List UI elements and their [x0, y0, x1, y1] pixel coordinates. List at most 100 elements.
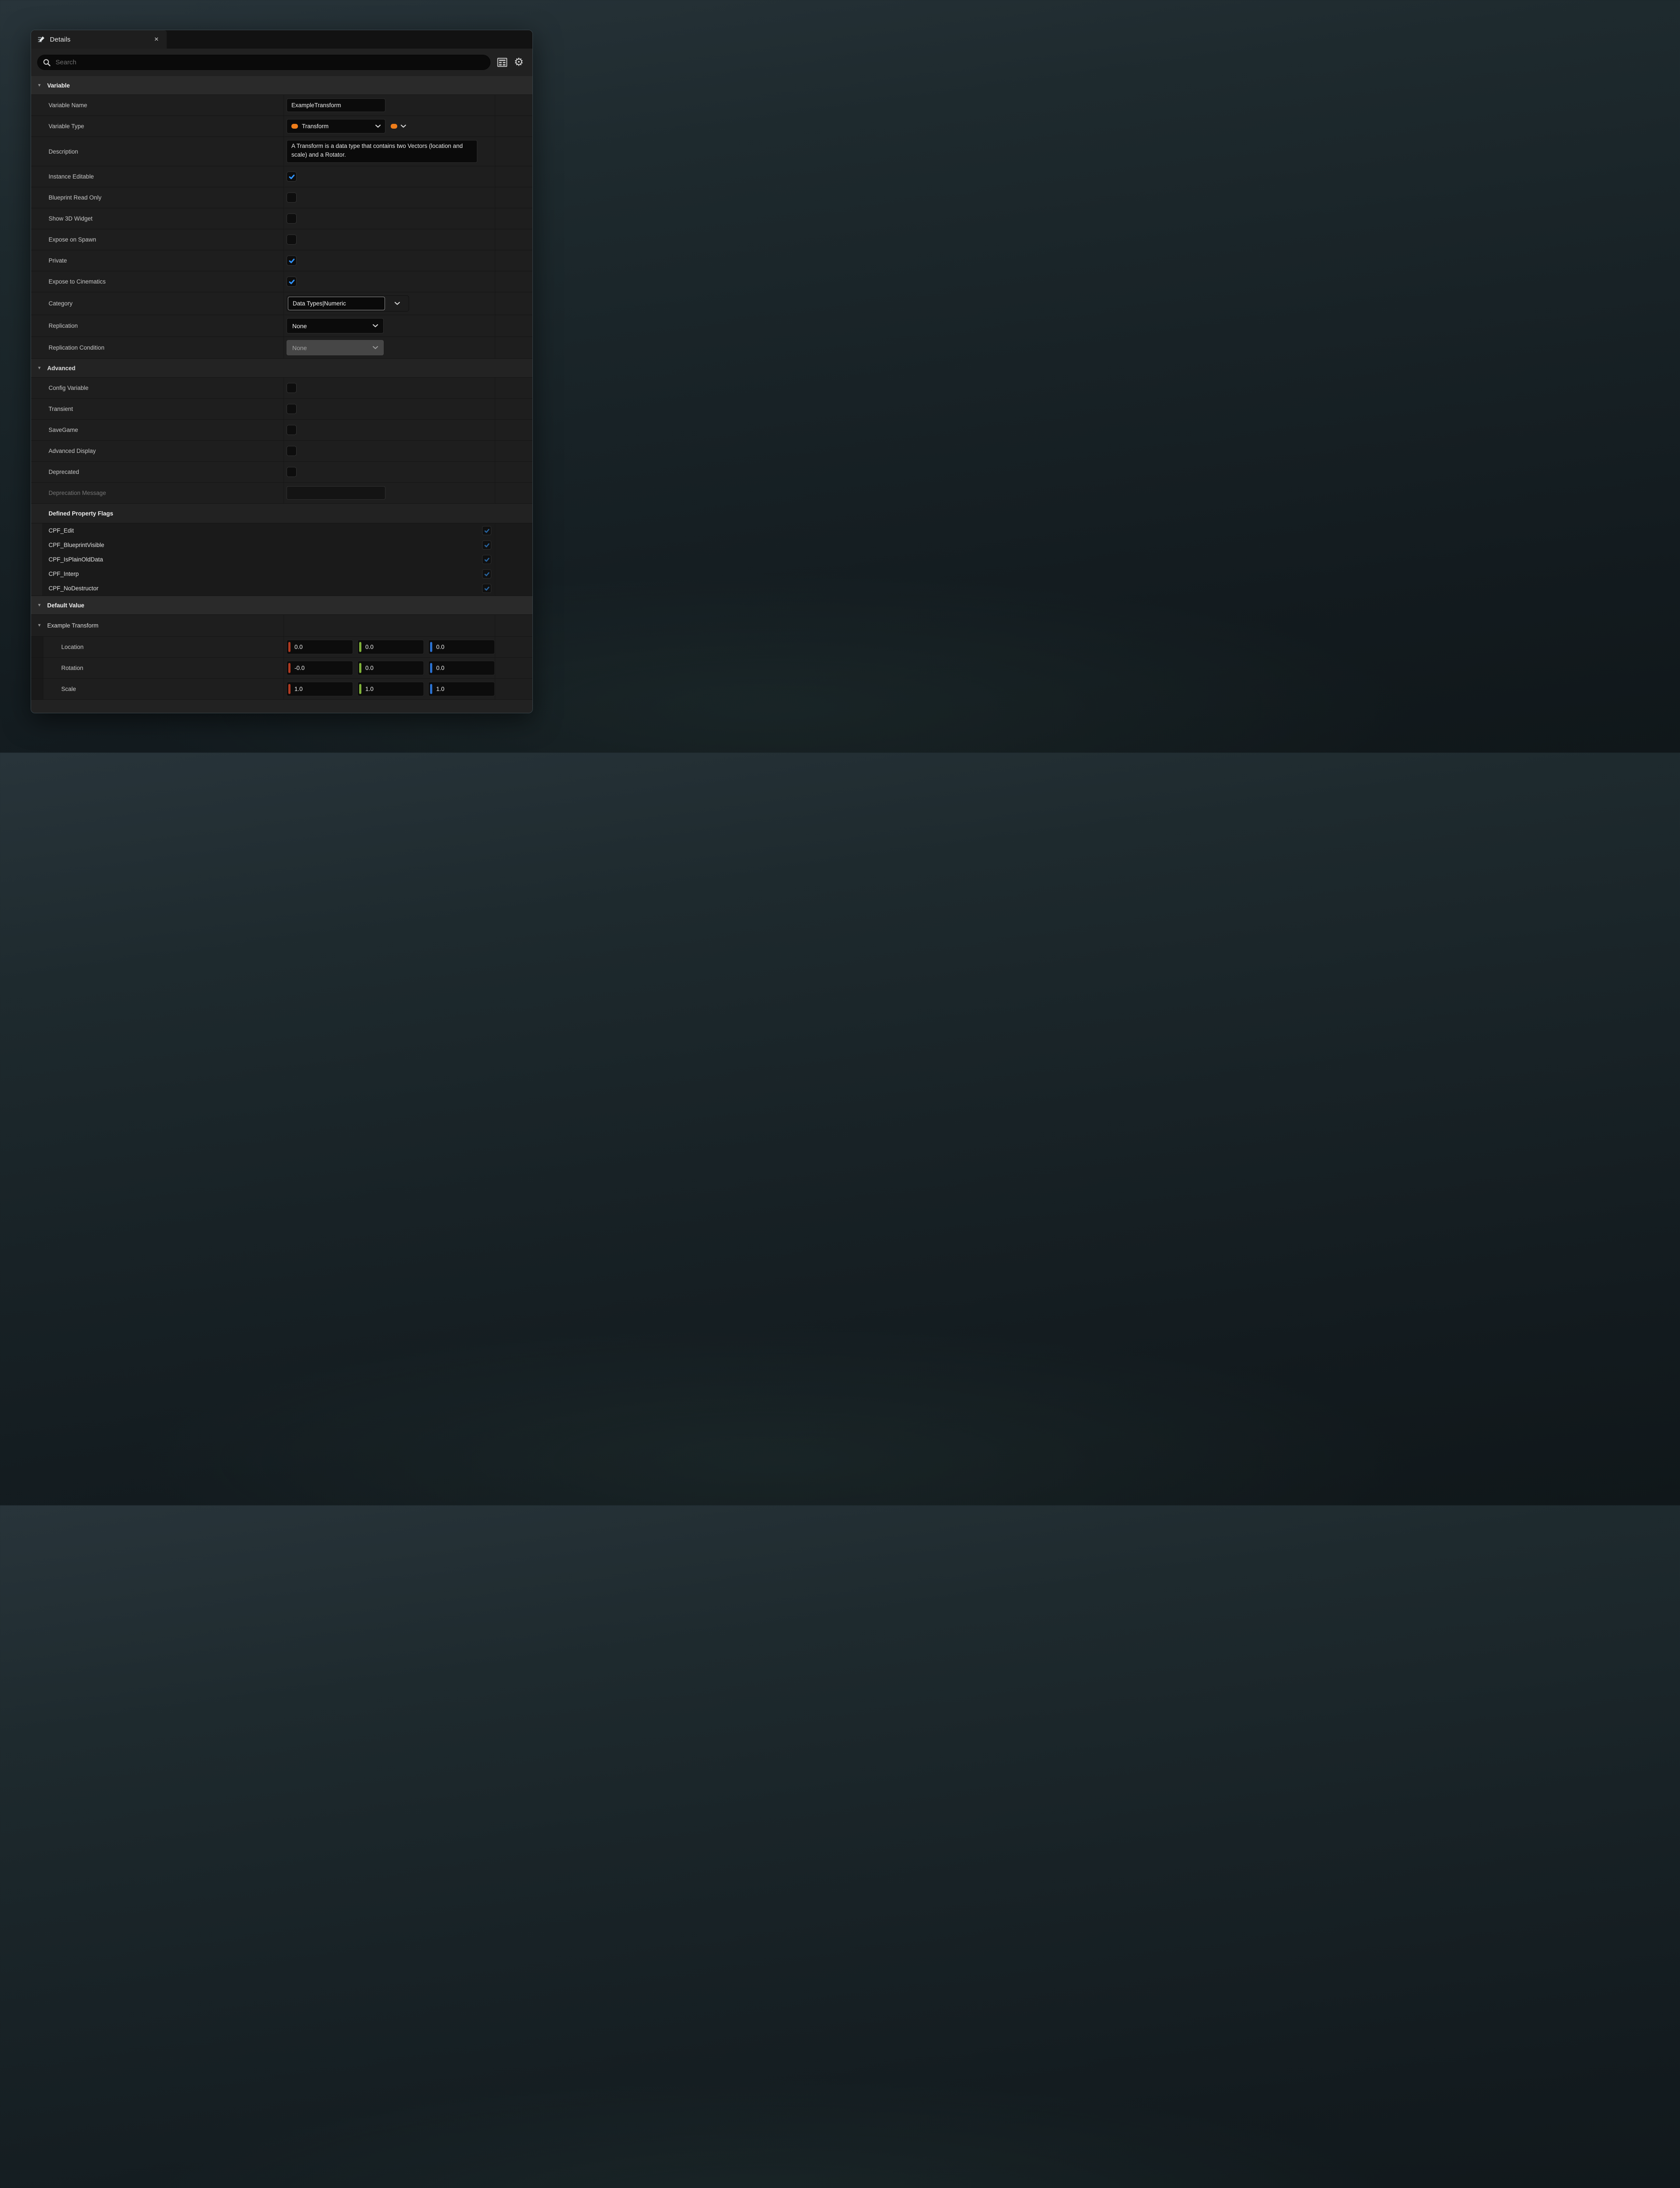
- scale-label: Scale: [31, 679, 284, 699]
- row-replication: Replication None: [31, 315, 532, 337]
- blueprint-read-only-checkbox[interactable]: [287, 193, 297, 203]
- search-box: [37, 55, 490, 70]
- chevron-down-icon: [401, 125, 406, 128]
- location-x-input[interactable]: [287, 643, 353, 651]
- advanced-display-label: Advanced Display: [31, 441, 284, 461]
- transform-type-swatch-icon: [291, 124, 298, 129]
- container-type-dropdown[interactable]: [391, 124, 406, 129]
- example-transform-label: Example Transform: [47, 622, 98, 629]
- flag-name: CPF_Interp: [31, 571, 482, 577]
- rotation-y-input[interactable]: [358, 664, 424, 672]
- display-options-button[interactable]: [497, 58, 508, 67]
- settings-button[interactable]: ⚙: [514, 57, 524, 68]
- row-scale: Scale: [31, 679, 532, 700]
- location-y-input[interactable]: [358, 643, 424, 651]
- variable-name-field[interactable]: [287, 98, 385, 112]
- transient-checkbox[interactable]: [287, 404, 297, 414]
- chevron-down-icon: [375, 125, 381, 128]
- scale-z-field[interactable]: [428, 682, 495, 696]
- scale-x-field[interactable]: [287, 682, 353, 696]
- flag-row: CPF_BlueprintVisible: [31, 538, 532, 552]
- location-z-input[interactable]: [429, 643, 494, 651]
- row-config-variable: Config Variable: [31, 378, 532, 399]
- flag-name: CPF_NoDestructor: [31, 585, 482, 592]
- search-icon: [43, 59, 51, 67]
- location-y-field[interactable]: [357, 640, 424, 654]
- collapse-arrow-icon: ▼: [37, 603, 42, 608]
- scale-y-input[interactable]: [358, 685, 424, 693]
- category-label: Category: [31, 292, 284, 315]
- private-checkbox[interactable]: [287, 256, 297, 266]
- instance-editable-checkbox[interactable]: [287, 172, 297, 182]
- flag-checkbox: [482, 526, 491, 535]
- category-text[interactable]: Data Types|Numeric: [288, 297, 385, 310]
- section-header-variable[interactable]: ▼ Variable: [31, 76, 532, 95]
- rotation-z-input[interactable]: [429, 664, 494, 672]
- scale-y-field[interactable]: [357, 682, 424, 696]
- rotation-z-field[interactable]: [428, 661, 495, 675]
- description-field[interactable]: A Transform is a data type that contains…: [287, 140, 477, 163]
- panel-footer: [31, 700, 532, 713]
- category-dropdown-button[interactable]: [386, 296, 409, 311]
- variable-type-label: Variable Type: [31, 116, 284, 137]
- location-x-field[interactable]: [287, 640, 353, 654]
- scale-z-input[interactable]: [429, 685, 494, 693]
- scale-x-input[interactable]: [287, 685, 353, 693]
- config-variable-checkbox[interactable]: [287, 383, 297, 393]
- defined-property-flags-header: Defined Property Flags: [31, 504, 532, 523]
- section-header-default-value[interactable]: ▼ Default Value: [31, 596, 532, 615]
- deprecation-message-label: Deprecation Message: [31, 483, 284, 503]
- check-icon: [288, 278, 295, 285]
- row-rotation: Rotation: [31, 658, 532, 679]
- flag-checkbox: [482, 555, 491, 564]
- deprecated-checkbox[interactable]: [287, 467, 297, 477]
- flag-name: CPF_BlueprintVisible: [31, 542, 482, 548]
- flag-name: CPF_Edit: [31, 527, 482, 534]
- replication-dropdown[interactable]: None: [287, 318, 384, 333]
- row-expose-to-cinematics: Expose to Cinematics: [31, 271, 532, 292]
- replication-condition-dropdown: None: [287, 340, 384, 355]
- search-input[interactable]: [55, 58, 485, 67]
- details-pencil-icon: [37, 35, 46, 44]
- rotation-y-field[interactable]: [357, 661, 424, 675]
- rotation-label: Rotation: [31, 658, 284, 678]
- blueprint-read-only-label: Blueprint Read Only: [31, 187, 284, 208]
- close-icon[interactable]: ✕: [152, 35, 161, 44]
- row-blueprint-read-only: Blueprint Read Only: [31, 187, 532, 208]
- flag-row: CPF_Edit: [31, 523, 532, 538]
- replication-label: Replication: [31, 315, 284, 337]
- section-title: Advanced: [47, 365, 76, 372]
- example-transform-header[interactable]: ▼ Example Transform: [31, 615, 284, 636]
- section-header-advanced[interactable]: ▼ Advanced: [31, 359, 532, 378]
- category-combobox[interactable]: Data Types|Numeric: [287, 295, 409, 312]
- row-category: Category Data Types|Numeric: [31, 292, 532, 315]
- rotation-x-input[interactable]: [287, 664, 353, 672]
- tab-bar: Details ✕: [31, 30, 532, 49]
- transient-label: Transient: [31, 399, 284, 419]
- row-description: Description A Transform is a data type t…: [31, 137, 532, 166]
- row-deprecated: Deprecated: [31, 462, 532, 483]
- row-private: Private: [31, 250, 532, 271]
- check-icon: [484, 557, 490, 563]
- collapse-arrow-icon: ▼: [37, 83, 42, 88]
- expose-to-cinematics-checkbox[interactable]: [287, 277, 297, 287]
- tab-details[interactable]: Details ✕: [31, 30, 167, 49]
- location-z-field[interactable]: [428, 640, 495, 654]
- show-3d-widget-checkbox[interactable]: [287, 214, 297, 224]
- row-location: Location: [31, 637, 532, 658]
- replication-condition-label: Replication Condition: [31, 337, 284, 358]
- table-view-icon: [497, 58, 508, 67]
- check-icon: [484, 586, 490, 592]
- flag-name: CPF_IsPlainOldData: [31, 556, 482, 563]
- replication-condition-value: None: [292, 344, 307, 351]
- property-flags-list: CPF_Edit CPF_BlueprintVisible CPF_IsPlai…: [31, 523, 532, 596]
- variable-type-dropdown[interactable]: Transform: [287, 119, 385, 133]
- advanced-display-checkbox[interactable]: [287, 446, 297, 456]
- expose-on-spawn-checkbox[interactable]: [287, 235, 297, 245]
- row-instance-editable: Instance Editable: [31, 166, 532, 187]
- rotation-x-field[interactable]: [287, 661, 353, 675]
- collapse-arrow-icon: ▼: [37, 623, 42, 628]
- savegame-checkbox[interactable]: [287, 425, 297, 435]
- flag-checkbox: [482, 584, 491, 593]
- chevron-down-icon: [373, 324, 378, 327]
